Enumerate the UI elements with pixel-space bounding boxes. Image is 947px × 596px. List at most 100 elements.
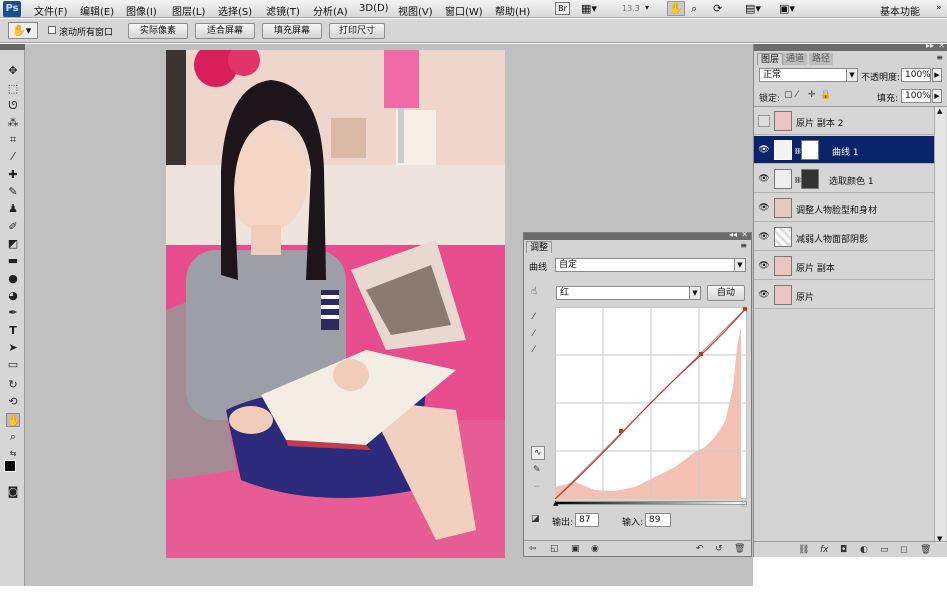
previous-state-icon[interactable]: ↶ — [696, 543, 704, 555]
new-group-icon[interactable]: ▭ — [880, 544, 889, 556]
foreground-color-swatch[interactable] — [4, 460, 16, 472]
lock-all-icon[interactable]: 🔒 — [820, 89, 831, 101]
expanded-view-icon[interactable]: ◱ — [550, 543, 559, 555]
black-slider-icon[interactable]: ▲ — [553, 499, 558, 507]
layer-visibility-toggle[interactable] — [758, 115, 770, 127]
fill-field[interactable]: 100% — [901, 89, 931, 103]
clip-warning-icon[interactable]: ◪ — [531, 513, 540, 525]
zoom-level[interactable]: 13.3 — [622, 4, 640, 13]
panel-menu-icon[interactable]: ≡ — [936, 53, 943, 62]
bridge-button[interactable]: Br — [555, 2, 570, 15]
layers-scrollbar[interactable]: ▲ ▼ — [934, 107, 946, 543]
zoom-dropdown-arrow-icon[interactable]: ▾ — [645, 3, 649, 12]
tab-adjustments[interactable]: 调整 — [526, 241, 553, 253]
hand-icon[interactable]: ✋ — [667, 1, 685, 16]
path-select-icon[interactable]: ➤ — [6, 341, 20, 355]
eye-icon[interactable]: 👁 — [758, 144, 770, 156]
layers-panel-header[interactable]: ▸▸ ✕ — [754, 41, 947, 51]
workspace-switcher[interactable]: 基本功能 — [880, 3, 920, 18]
curve-edit-icon[interactable]: ∿ — [531, 446, 545, 460]
menu-select[interactable]: 选择(S) — [218, 3, 252, 18]
move-icon[interactable]: ✥ — [6, 64, 20, 78]
channel-select[interactable]: 红 ▼ — [556, 286, 701, 300]
quick-mask-icon[interactable]: ◙ — [6, 485, 20, 499]
return-to-list-icon[interactable]: ⇦ — [529, 543, 537, 555]
eye-icon[interactable]: 👁 — [758, 202, 770, 214]
smooth-icon[interactable]: ∽ — [533, 481, 541, 493]
menu-view[interactable]: 视图(V) — [398, 3, 433, 18]
reset-icon[interactable]: ↺ — [715, 543, 723, 555]
eyedropper-icon[interactable]: ⁄ — [6, 150, 20, 164]
tab-channels[interactable]: 通道 — [783, 53, 808, 65]
lasso-icon[interactable]: ᘎ — [6, 99, 20, 113]
eye-icon[interactable]: 👁 — [758, 173, 770, 185]
crop-icon[interactable]: ⌗ — [6, 133, 20, 147]
type-icon[interactable]: T — [6, 324, 20, 338]
shape-icon[interactable]: ▭ — [6, 358, 20, 372]
stamp-icon[interactable]: ♟ — [6, 202, 20, 216]
collapse-icon[interactable]: ◂◂ — [729, 230, 737, 239]
marquee-icon[interactable]: ⬚ — [6, 82, 20, 96]
brush-icon[interactable]: ✎ — [6, 185, 20, 199]
layer-mask-thumbnail[interactable] — [801, 140, 819, 160]
menu-edit[interactable]: 编辑(E) — [80, 3, 114, 18]
fill-screen-button[interactable]: 填充屏幕 — [262, 23, 322, 39]
scroll-all-checkbox[interactable] — [48, 26, 56, 34]
zoom-tool-icon[interactable]: ⌕ — [6, 430, 20, 444]
adjustments-panel-header[interactable]: ◂◂ ✕ — [524, 230, 751, 240]
fit-screen-button[interactable]: 适合屏幕 — [195, 23, 255, 39]
preset-select[interactable]: 自定 ▼ — [555, 258, 746, 272]
targeted-adjust-icon[interactable]: ☝ — [531, 286, 537, 297]
add-mask-icon[interactable]: ◘ — [840, 544, 847, 556]
close-icon[interactable]: ✕ — [938, 41, 945, 50]
scroll-up-icon[interactable]: ▲ — [937, 107, 942, 115]
collapse-icon[interactable]: ▸▸ — [926, 41, 934, 50]
rotate-view-icon[interactable]: ⟳ — [713, 2, 722, 15]
arrange-documents-icon[interactable]: ▤▾ — [745, 2, 761, 15]
new-adjustment-layer-icon[interactable]: ◐ — [860, 544, 868, 556]
opacity-field[interactable]: 100% — [901, 68, 931, 82]
tool-preset-picker[interactable]: ✋▾ — [8, 22, 38, 39]
menu-file[interactable]: 文件(F) — [34, 3, 68, 18]
actual-pixels-button[interactable]: 实际像素 — [128, 23, 188, 39]
tools-panel-header[interactable] — [0, 44, 25, 50]
layer-row-curves-1[interactable]: 👁 ⛓ 曲线 1 — [754, 136, 934, 164]
lock-position-icon[interactable]: ✛ — [808, 89, 816, 101]
eye-icon[interactable]: 👁 — [758, 260, 770, 272]
lock-pixels-icon[interactable]: ⁄ — [796, 89, 798, 101]
delete-adjustment-icon[interactable]: 🗑 — [734, 543, 745, 555]
pen-icon[interactable]: ✒ — [6, 306, 20, 320]
3d-rotate-icon[interactable]: ↻ — [6, 378, 20, 392]
curves-graph[interactable] — [555, 307, 747, 499]
gray-point-eyedropper-icon[interactable]: ⁄ — [533, 328, 535, 340]
workspace-more-icon[interactable]: » — [936, 3, 942, 13]
3d-camera-icon[interactable]: ⟲ — [6, 395, 20, 409]
white-slider-icon[interactable]: △ — [741, 499, 746, 507]
quick-select-icon[interactable]: ⁂ — [6, 116, 20, 130]
screen-mode-icon[interactable]: ▦▾ — [581, 2, 597, 15]
output-field[interactable]: 87 — [575, 513, 599, 527]
menu-window[interactable]: 窗口(W) — [445, 3, 483, 18]
menu-help[interactable]: 帮助(H) — [495, 3, 530, 18]
eye-icon[interactable]: 👁 — [758, 289, 770, 301]
menu-image[interactable]: 图像(I) — [126, 3, 157, 18]
layer-row-original[interactable]: 👁 原片 — [754, 281, 934, 309]
link-layers-icon[interactable]: ⛓ — [798, 544, 809, 556]
eye-icon[interactable]: 👁 — [758, 231, 770, 243]
black-point-eyedropper-icon[interactable]: ⁄ — [533, 311, 535, 323]
menu-layer[interactable]: 图层(L) — [172, 3, 205, 18]
blur-icon[interactable]: ● — [6, 272, 20, 286]
menu-filter[interactable]: 滤镜(T) — [266, 3, 300, 18]
layer-row-original-copy[interactable]: 👁 原片 副本 — [754, 252, 934, 280]
layer-row-adjust-face-body[interactable]: 👁 调整人物脸型和身材 — [754, 194, 934, 222]
new-layer-icon[interactable]: ◻ — [900, 544, 907, 556]
visibility-toggle-icon[interactable]: ◉ — [591, 543, 599, 555]
layer-row-original-copy-2[interactable]: 原片 副本 2 — [754, 107, 934, 135]
curve-point[interactable] — [743, 307, 747, 311]
lock-transparency-icon[interactable]: ▢ — [784, 89, 793, 101]
curve-point[interactable] — [619, 429, 623, 433]
curve-point[interactable] — [699, 352, 703, 356]
tab-layers[interactable]: 图层 — [757, 53, 784, 65]
tab-paths[interactable]: 路径 — [809, 53, 834, 65]
layer-mask-thumbnail[interactable] — [801, 169, 819, 189]
